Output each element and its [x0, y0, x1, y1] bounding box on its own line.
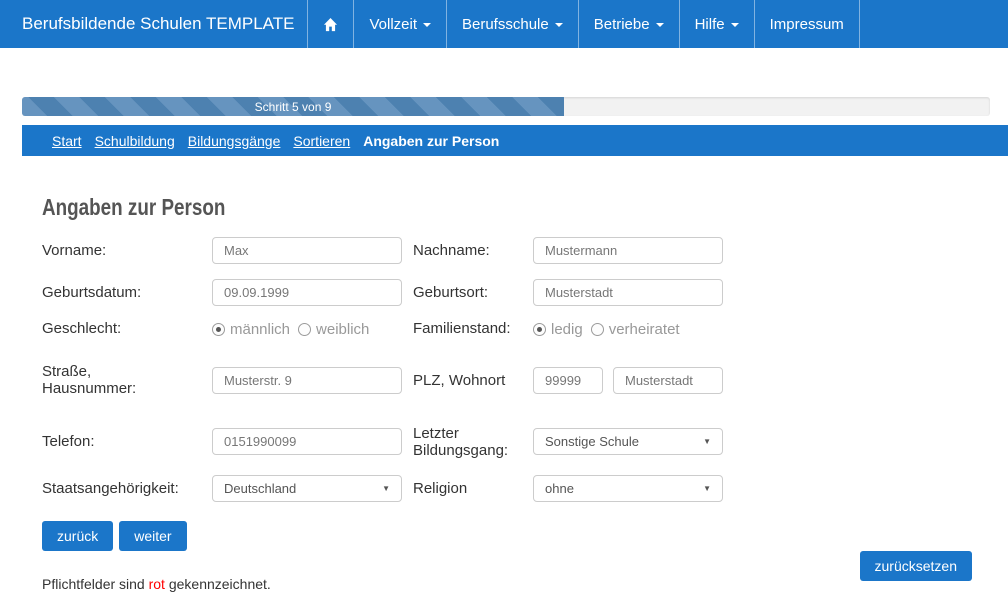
reset-button[interactable]: zurücksetzen [860, 551, 972, 581]
familienstand-label: Familienstand: [413, 320, 533, 337]
select-caret-icon: ▼ [703, 437, 711, 446]
caret-down-icon [555, 23, 563, 27]
progress-track: Schritt 5 von 9 [22, 97, 990, 116]
nav-buttons: zurück weiter [42, 521, 972, 551]
page: Berufsbildende Schulen TEMPLATE Vollzeit… [0, 0, 1008, 600]
bildungsgang-label-line2: Bildungsgang: [413, 442, 533, 459]
nav-vollzeit-label: Vollzeit [369, 16, 417, 33]
religion-select[interactable]: ohne ▼ [533, 475, 723, 502]
nav-hilfe[interactable]: Hilfe [679, 0, 754, 48]
brand-title: Berufsbildende Schulen TEMPLATE [0, 0, 307, 48]
radio-weiblich[interactable]: weiblich [298, 321, 369, 338]
staatsangehoerigkeit-select[interactable]: Deutschland ▼ [212, 475, 402, 502]
row-nationality-religion: Staatsangehörigkeit: Deutschland ▼ Relig… [42, 475, 972, 502]
bildungsgang-label-line1: Letzter [413, 425, 533, 442]
radio-unselected-icon [591, 323, 604, 336]
note-suffix: gekennzeichnet. [165, 576, 271, 592]
top-navbar: Berufsbildende Schulen TEMPLATE Vollzeit… [0, 0, 1008, 48]
radio-maennlich[interactable]: männlich [212, 321, 290, 338]
geburtsdatum-input[interactable] [212, 279, 402, 306]
nav-hilfe-label: Hilfe [695, 16, 725, 33]
nav-berufsschule-label: Berufsschule [462, 16, 549, 33]
note-highlight: rot [149, 576, 165, 592]
nav-betriebe-label: Betriebe [594, 16, 650, 33]
radio-ledig[interactable]: ledig [533, 321, 583, 338]
bildungsgang-select-value: Sonstige Schule [545, 434, 639, 449]
select-caret-icon: ▼ [703, 484, 711, 493]
row-name: Vorname: Nachname: [42, 237, 972, 264]
geburtsort-input[interactable] [533, 279, 723, 306]
radio-weiblich-label: weiblich [316, 321, 369, 338]
nav-vollzeit[interactable]: Vollzeit [353, 0, 446, 48]
strasse-input[interactable] [212, 367, 402, 394]
religion-select-value: ohne [545, 481, 574, 496]
strasse-label-line1: Straße, [42, 363, 212, 380]
caret-down-icon [423, 23, 431, 27]
nachname-label: Nachname: [413, 242, 533, 259]
telefon-label: Telefon: [42, 433, 212, 450]
geburtsdatum-label: Geburtsdatum: [42, 284, 212, 301]
progress-bar: Schritt 5 von 9 [22, 97, 564, 116]
geburtsort-label: Geburtsort: [413, 284, 533, 301]
vorname-input[interactable] [212, 237, 402, 264]
breadcrumb-link-bildungsgaenge[interactable]: Bildungsgänge [188, 133, 281, 149]
caret-down-icon [656, 23, 664, 27]
geschlecht-label: Geschlecht: [42, 320, 212, 337]
strasse-label-line2: Hausnummer: [42, 380, 212, 397]
radio-maennlich-label: männlich [230, 321, 290, 338]
required-fields-note: Pflichtfelder sind rot gekennzeichnet. [42, 576, 271, 592]
religion-label: Religion [413, 480, 533, 497]
staatsangehoerigkeit-select-value: Deutschland [224, 481, 296, 496]
caret-down-icon [731, 23, 739, 27]
telefon-input[interactable] [212, 428, 402, 455]
nav-home[interactable] [307, 0, 353, 48]
plz-input[interactable] [533, 367, 603, 394]
row-birth: Geburtsdatum: Geburtsort: [42, 279, 972, 306]
progress-label: Schritt 5 von 9 [255, 100, 332, 114]
radio-selected-icon [212, 323, 225, 336]
bildungsgang-label: Letzter Bildungsgang: [413, 425, 533, 460]
staatsangehoerigkeit-label: Staatsangehörigkeit: [42, 480, 212, 497]
breadcrumb-current: Angaben zur Person [363, 133, 499, 149]
select-caret-icon: ▼ [382, 484, 390, 493]
next-button[interactable]: weiter [119, 521, 186, 551]
radio-verheiratet[interactable]: verheiratet [591, 321, 680, 338]
row-address: Straße, Hausnummer: PLZ, Wohnort [42, 363, 972, 398]
radio-ledig-label: ledig [551, 321, 583, 338]
nachname-input[interactable] [533, 237, 723, 264]
nav-impressum-label: Impressum [770, 16, 844, 33]
radio-unselected-icon [298, 323, 311, 336]
breadcrumb-link-schulbildung[interactable]: Schulbildung [95, 133, 175, 149]
vorname-label: Vorname: [42, 242, 212, 259]
breadcrumb-link-start[interactable]: Start [52, 133, 82, 149]
page-title: Angaben zur Person [42, 194, 805, 221]
nav-betriebe[interactable]: Betriebe [578, 0, 679, 48]
back-button[interactable]: zurück [42, 521, 113, 551]
bildungsgang-select[interactable]: Sonstige Schule ▼ [533, 428, 723, 455]
row-gender-marital: Geschlecht: männlich weiblich Familienst… [42, 318, 972, 340]
strasse-label: Straße, Hausnummer: [42, 363, 212, 398]
breadcrumb: Start Schulbildung Bildungsgänge Sortier… [22, 125, 1008, 156]
geschlecht-radio-group: männlich weiblich [212, 321, 402, 338]
home-icon [323, 17, 338, 32]
radio-selected-icon [533, 323, 546, 336]
form-section: Angaben zur Person Vorname: Nachname: Ge… [42, 194, 972, 551]
radio-verheiratet-label: verheiratet [609, 321, 680, 338]
nav-berufsschule[interactable]: Berufsschule [446, 0, 578, 48]
breadcrumb-link-sortieren[interactable]: Sortieren [293, 133, 350, 149]
familienstand-radio-group: ledig verheiratet [533, 321, 723, 338]
note-prefix: Pflichtfelder sind [42, 576, 149, 592]
nav-impressum[interactable]: Impressum [754, 0, 860, 48]
wohnort-input[interactable] [613, 367, 723, 394]
row-phone-education: Telefon: Letzter Bildungsgang: Sonstige … [42, 425, 972, 460]
plz-wohnort-label: PLZ, Wohnort [413, 372, 533, 389]
